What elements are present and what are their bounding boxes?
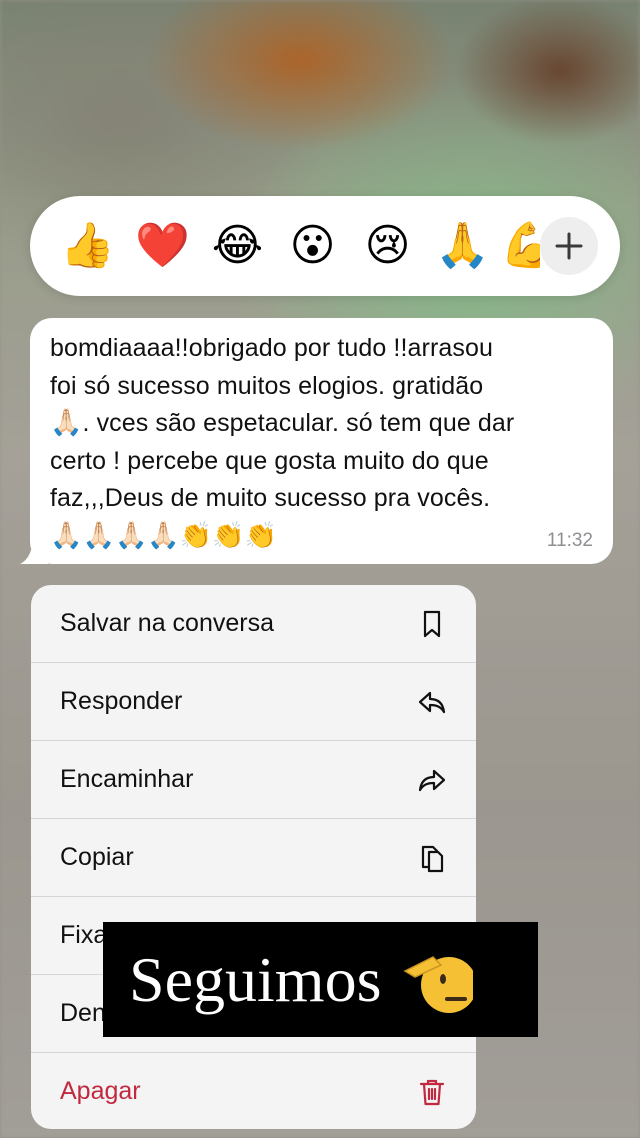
bookmark-icon bbox=[416, 608, 448, 640]
message-line: certo ! percebe que gosta muito do que bbox=[50, 446, 489, 475]
saluting-face-icon bbox=[403, 955, 474, 1013]
message-line-text: . vces são espetacular. só tem que dar bbox=[82, 409, 515, 437]
menu-item-delete[interactable]: Apagar bbox=[31, 1053, 476, 1129]
message-line: 🙏🏻🙏🏻🙏🏻🙏🏻👏👏👏 bbox=[50, 518, 593, 556]
message-line: foi só sucesso muitos elogios. gratidão bbox=[50, 371, 484, 400]
trash-icon bbox=[416, 1076, 448, 1108]
menu-item-label: Encaminhar bbox=[60, 765, 194, 793]
more-reactions-button[interactable] bbox=[540, 217, 598, 275]
plus-icon bbox=[555, 232, 583, 260]
menu-item-reply[interactable]: Responder bbox=[31, 663, 476, 740]
red-heart-icon[interactable]: ❤️ bbox=[125, 209, 200, 284]
folded-hands-icon: 🙏🏻 bbox=[50, 408, 83, 438]
message-line: bomdiaaaa!!obrigado por tudo !!arrasou bbox=[50, 334, 493, 362]
surprised-face-icon[interactable]: 😮 bbox=[275, 209, 350, 284]
copy-icon bbox=[416, 842, 448, 874]
crying-face-icon[interactable]: 😢 bbox=[350, 209, 425, 284]
message-line: faz,,,Deus de muito sucesso pra vocês. bbox=[50, 484, 491, 512]
folded-hands-icon[interactable]: 🙏 bbox=[425, 209, 500, 284]
message-bubble[interactable]: bomdiaaaa!!obrigado por tudo !!arrasou f… bbox=[30, 318, 613, 564]
thumbs-up-icon[interactable]: 👍 bbox=[50, 209, 125, 284]
caption-text: Seguimos bbox=[129, 943, 382, 1015]
reply-icon bbox=[416, 686, 448, 718]
story-caption: Seguimos bbox=[103, 922, 538, 1037]
message-context-menu: Salvar na conversa Responder Encaminhar … bbox=[31, 585, 476, 1129]
forward-icon bbox=[416, 764, 448, 796]
message-line: 🙏🏻. vces são espetacular. só tem que dar bbox=[50, 405, 593, 443]
message-timestamp: 11:32 bbox=[546, 530, 593, 551]
folded-hands-clapping-icons: 🙏🏻🙏🏻🙏🏻🙏🏻👏👏👏 bbox=[50, 520, 278, 551]
message-text: bomdiaaaa!!obrigado por tudo !!arrasou f… bbox=[50, 330, 593, 555]
tears-of-joy-icon[interactable]: 😂 bbox=[200, 209, 275, 284]
flexed-biceps-icon[interactable]: 💪 bbox=[500, 209, 540, 284]
menu-item-copy[interactable]: Copiar bbox=[31, 819, 476, 896]
menu-item-label: Apagar bbox=[60, 1077, 141, 1105]
reaction-bar: 👍 ❤️ 😂 😮 😢 🙏 💪 bbox=[30, 196, 620, 296]
menu-item-label: Responder bbox=[60, 687, 183, 715]
menu-item-label: Copiar bbox=[60, 843, 134, 871]
menu-item-label: Salvar na conversa bbox=[60, 609, 275, 637]
menu-item-forward[interactable]: Encaminhar bbox=[31, 741, 476, 818]
menu-item-save-to-chat[interactable]: Salvar na conversa bbox=[31, 585, 476, 662]
